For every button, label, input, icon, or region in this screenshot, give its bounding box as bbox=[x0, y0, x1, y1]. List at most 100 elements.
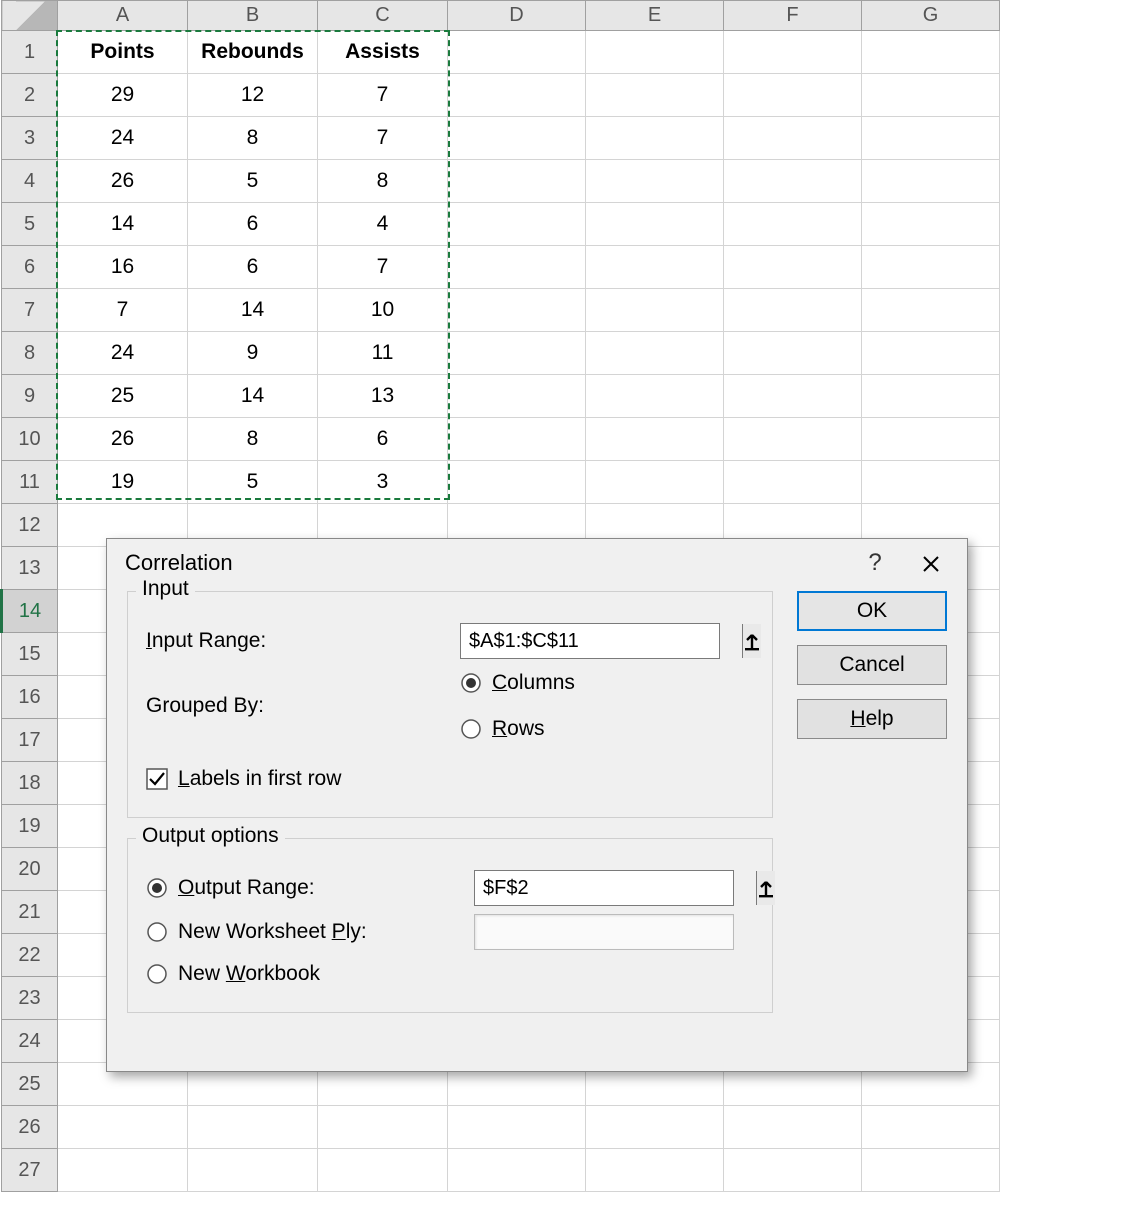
row-header[interactable]: 16 bbox=[2, 676, 58, 719]
row-header[interactable]: 8 bbox=[2, 332, 58, 375]
cell[interactable]: 24 bbox=[58, 117, 188, 160]
cell[interactable] bbox=[862, 203, 1000, 246]
cell[interactable]: 26 bbox=[58, 418, 188, 461]
cell[interactable] bbox=[724, 160, 862, 203]
row-header[interactable]: 17 bbox=[2, 719, 58, 762]
row-header[interactable]: 10 bbox=[2, 418, 58, 461]
cell[interactable] bbox=[448, 461, 586, 504]
row-header[interactable]: 22 bbox=[2, 934, 58, 977]
row-header[interactable]: 18 bbox=[2, 762, 58, 805]
cell[interactable]: Rebounds bbox=[188, 31, 318, 74]
cell[interactable] bbox=[724, 1149, 862, 1192]
row-header[interactable]: 2 bbox=[2, 74, 58, 117]
cell[interactable]: 8 bbox=[188, 117, 318, 160]
cell[interactable] bbox=[448, 160, 586, 203]
cell[interactable] bbox=[448, 332, 586, 375]
cell[interactable] bbox=[862, 461, 1000, 504]
cell[interactable] bbox=[586, 1149, 724, 1192]
grouped-columns-option[interactable]: Columns bbox=[460, 663, 575, 703]
output-range-refedit[interactable] bbox=[474, 870, 734, 906]
cell[interactable] bbox=[188, 1106, 318, 1149]
cell[interactable] bbox=[862, 246, 1000, 289]
output-range-option[interactable]: Output Range: bbox=[146, 868, 460, 908]
cell[interactable] bbox=[724, 375, 862, 418]
grouped-rows-option[interactable]: Rows bbox=[460, 709, 575, 749]
cell[interactable] bbox=[862, 1149, 1000, 1192]
column-header[interactable]: F bbox=[724, 1, 862, 31]
cell[interactable]: 8 bbox=[318, 160, 448, 203]
cell[interactable] bbox=[448, 246, 586, 289]
column-header[interactable]: B bbox=[188, 1, 318, 31]
cell[interactable]: 7 bbox=[318, 117, 448, 160]
row-header[interactable]: 25 bbox=[2, 1063, 58, 1106]
row-header[interactable]: 9 bbox=[2, 375, 58, 418]
cell[interactable] bbox=[586, 117, 724, 160]
cell[interactable] bbox=[448, 289, 586, 332]
row-header[interactable]: 3 bbox=[2, 117, 58, 160]
input-range-refedit[interactable] bbox=[460, 623, 720, 659]
select-all-corner[interactable] bbox=[2, 1, 58, 31]
cell[interactable] bbox=[448, 1149, 586, 1192]
cell[interactable] bbox=[58, 1149, 188, 1192]
cell[interactable] bbox=[586, 246, 724, 289]
row-header[interactable]: 5 bbox=[2, 203, 58, 246]
cell[interactable] bbox=[586, 289, 724, 332]
cell[interactable]: Assists bbox=[318, 31, 448, 74]
cell[interactable] bbox=[586, 375, 724, 418]
cell[interactable]: 7 bbox=[318, 246, 448, 289]
cell[interactable] bbox=[862, 117, 1000, 160]
column-header[interactable]: A bbox=[58, 1, 188, 31]
cell[interactable] bbox=[862, 160, 1000, 203]
cell[interactable]: 6 bbox=[188, 246, 318, 289]
cell[interactable] bbox=[586, 332, 724, 375]
collapse-dialog-icon[interactable] bbox=[756, 871, 775, 905]
cell[interactable] bbox=[318, 1149, 448, 1192]
cell[interactable] bbox=[724, 117, 862, 160]
cell[interactable]: 25 bbox=[58, 375, 188, 418]
row-header[interactable]: 1 bbox=[2, 31, 58, 74]
cell[interactable] bbox=[724, 246, 862, 289]
cell[interactable] bbox=[724, 418, 862, 461]
row-header[interactable]: 11 bbox=[2, 461, 58, 504]
cell[interactable]: 3 bbox=[318, 461, 448, 504]
cell[interactable]: 6 bbox=[318, 418, 448, 461]
labels-first-row-checkbox[interactable]: Labels in first row bbox=[146, 759, 754, 799]
column-header[interactable]: E bbox=[586, 1, 724, 31]
row-header[interactable]: 12 bbox=[2, 504, 58, 547]
cell[interactable]: 26 bbox=[58, 160, 188, 203]
cell[interactable]: 8 bbox=[188, 418, 318, 461]
cell[interactable] bbox=[724, 332, 862, 375]
cell[interactable]: 29 bbox=[58, 74, 188, 117]
dialog-titlebar[interactable]: Correlation ? bbox=[107, 539, 967, 587]
cell[interactable] bbox=[862, 375, 1000, 418]
row-header[interactable]: 14 bbox=[2, 590, 58, 633]
new-workbook-option[interactable]: New Workbook bbox=[146, 954, 754, 994]
row-header[interactable]: 4 bbox=[2, 160, 58, 203]
cell[interactable]: 14 bbox=[188, 289, 318, 332]
output-range-field[interactable] bbox=[475, 871, 756, 905]
cell[interactable] bbox=[862, 74, 1000, 117]
cell[interactable] bbox=[724, 289, 862, 332]
cell[interactable] bbox=[586, 1106, 724, 1149]
cell[interactable] bbox=[586, 74, 724, 117]
cell[interactable] bbox=[586, 203, 724, 246]
column-header[interactable]: C bbox=[318, 1, 448, 31]
cell[interactable]: 7 bbox=[318, 74, 448, 117]
cancel-button[interactable]: Cancel bbox=[797, 645, 947, 685]
cell[interactable] bbox=[724, 1106, 862, 1149]
cell[interactable]: 16 bbox=[58, 246, 188, 289]
cell[interactable] bbox=[448, 375, 586, 418]
new-worksheet-name-field[interactable] bbox=[474, 914, 734, 950]
row-header[interactable]: 27 bbox=[2, 1149, 58, 1192]
cell[interactable] bbox=[188, 1149, 318, 1192]
input-range-field[interactable] bbox=[461, 624, 742, 658]
row-header[interactable]: 13 bbox=[2, 547, 58, 590]
cell[interactable] bbox=[862, 289, 1000, 332]
cell[interactable]: 9 bbox=[188, 332, 318, 375]
cell[interactable]: 14 bbox=[58, 203, 188, 246]
cell[interactable] bbox=[586, 418, 724, 461]
cell[interactable] bbox=[724, 461, 862, 504]
cell[interactable]: 4 bbox=[318, 203, 448, 246]
row-header[interactable]: 15 bbox=[2, 633, 58, 676]
cell[interactable] bbox=[448, 31, 586, 74]
